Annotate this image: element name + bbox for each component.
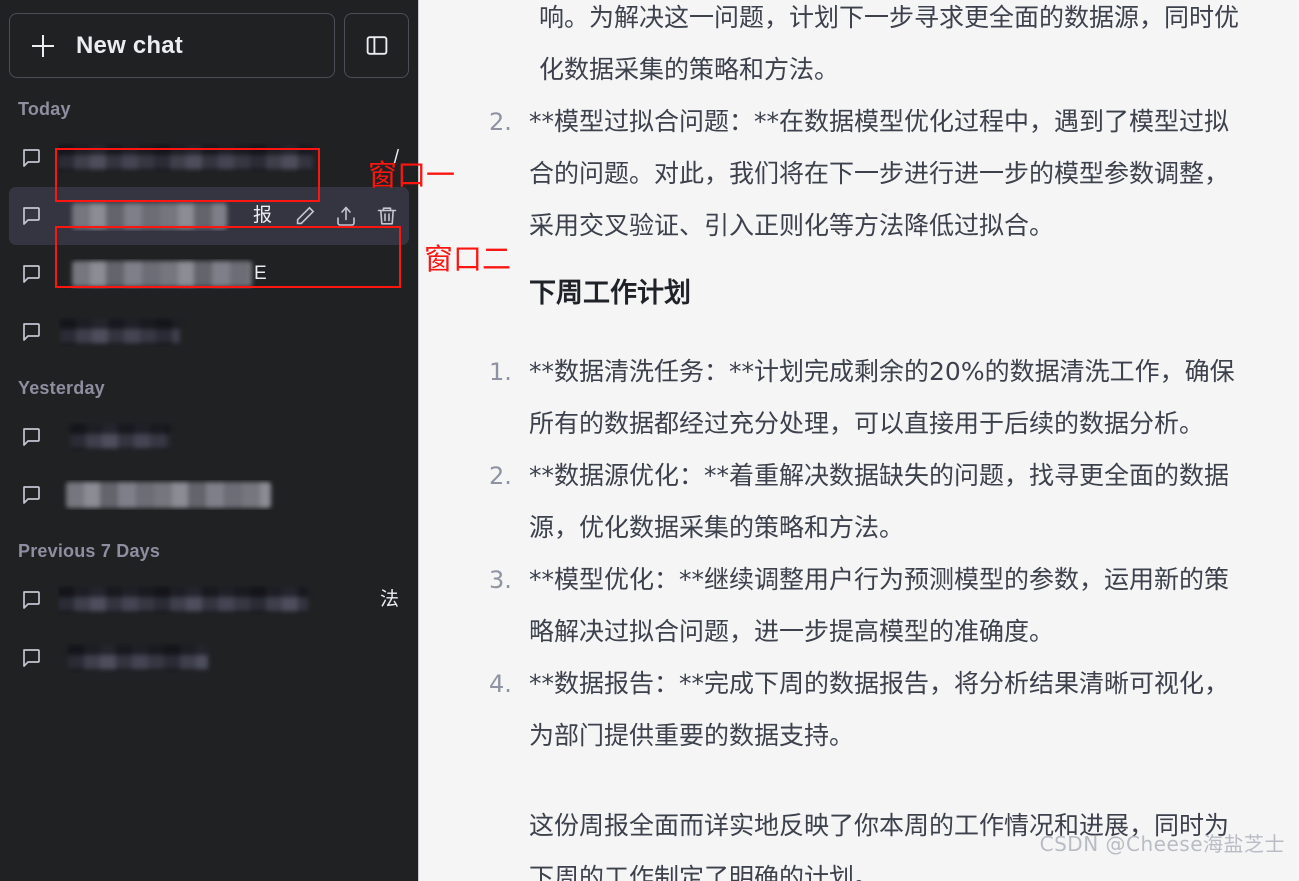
list-item-text: **数据清洗任务：**计划完成剩余的20%的数据清洗工作，确保所有的数据都经过充… <box>529 357 1235 438</box>
chat-title-tail: E <box>254 263 267 284</box>
continuation-paragraph: 响。为解决这一问题，计划下一步寻求更全面的数据源，同时优化数据采集的策略和方法。 <box>539 3 1240 84</box>
chat-row-actions <box>287 204 399 228</box>
chat-bubble-icon <box>23 428 40 446</box>
document-body: 响。为解决这一问题，计划下一步寻求更全面的数据源，同时优化数据采集的策略和方法。… <box>481 0 1253 881</box>
list-item-text: **数据报告：**完成下周的数据报告，将分析结果清晰可视化，为部门提供重要的数据… <box>529 669 1230 750</box>
panel-left-icon <box>366 36 387 55</box>
chat-bubble-icon <box>23 486 40 504</box>
redacted-title <box>58 145 313 171</box>
redacted-title <box>58 587 308 613</box>
list-marker: 1. <box>489 358 512 386</box>
chat-list-item-7[interactable]: 法 <box>9 571 409 629</box>
delete-chat-icon[interactable] <box>375 204 399 228</box>
redacted-title <box>72 261 252 287</box>
redacted-title <box>68 645 208 671</box>
group-header-today: Today <box>18 99 71 119</box>
list-item: 2. **模型过拟合问题：**在数据模型优化过程中，遇到了模型过拟合的问题。对此… <box>481 96 1253 252</box>
chat-title: 报 <box>58 201 272 231</box>
chat-title: / <box>58 143 399 173</box>
chat-bubble-icon <box>23 591 40 609</box>
new-chat-label: New chat <box>76 31 183 59</box>
list-marker: 2. <box>489 108 512 136</box>
chat-list-item-1[interactable]: / <box>9 129 409 187</box>
redacted-title <box>60 319 180 345</box>
plus-icon <box>32 34 54 57</box>
redacted-title <box>72 203 227 229</box>
chat-title <box>58 480 399 510</box>
list-marker: 4. <box>489 670 512 698</box>
list-item: 4. **数据报告：**完成下周的数据报告，将分析结果清晰可视化，为部门提供重要… <box>481 658 1253 762</box>
chat-sidebar: New chat Today / 报 E Yesterday Previous … <box>0 0 419 881</box>
list-item-text: **模型优化：**继续调整用户行为预测模型的参数，运用新的策略解决过拟合问题，进… <box>529 565 1230 646</box>
list-item: 2. **数据源优化：**着重解决数据缺失的问题，找寻更全面的数据源，优化数据采… <box>481 450 1253 554</box>
chat-title <box>58 317 399 347</box>
list-marker: 3. <box>489 566 512 594</box>
chat-list-item-6[interactable] <box>9 466 409 524</box>
list-item: 1. **数据清洗任务：**计划完成剩余的20%的数据清洗工作，确保所有的数据都… <box>481 346 1253 450</box>
chat-title-tail: 法 <box>379 589 399 610</box>
chat-title: 法 <box>58 585 399 615</box>
chat-title <box>58 422 399 452</box>
chat-title-tail: 报 <box>252 205 272 226</box>
chat-bubble-icon <box>23 323 40 341</box>
group-header-yesterday: Yesterday <box>18 378 105 398</box>
annotation-label-window-one: 窗口一 <box>368 158 456 192</box>
chat-bubble-icon <box>23 265 40 283</box>
chat-title: E <box>58 259 399 289</box>
next-week-plan-list: 1. **数据清洗任务：**计划完成剩余的20%的数据清洗工作，确保所有的数据都… <box>481 346 1253 762</box>
chat-list-item-4[interactable] <box>9 303 409 361</box>
chat-list-item-8[interactable] <box>9 629 409 687</box>
chat-title <box>58 643 399 673</box>
chat-bubble-icon <box>23 149 40 167</box>
watermark: CSDN @Cheese海盐芝士 <box>1039 832 1285 856</box>
group-header-previous-7-days: Previous 7 Days <box>18 541 161 561</box>
sidebar-header: New chat <box>0 0 418 82</box>
new-chat-button[interactable]: New chat <box>9 13 335 78</box>
annotation-label-window-two: 窗口二 <box>424 242 512 276</box>
section-title: 下周工作计划 <box>529 278 691 309</box>
sidebar-toggle-button[interactable] <box>344 13 409 78</box>
chat-history-scroll[interactable]: Today / 报 E Yesterday Previous 7 Days 法 <box>0 82 418 881</box>
list-marker: 2. <box>489 462 512 490</box>
redacted-title <box>66 482 271 508</box>
chat-list-item-3[interactable]: E <box>9 245 409 303</box>
issues-list: 2. **模型过拟合问题：**在数据模型优化过程中，遇到了模型过拟合的问题。对此… <box>481 96 1253 252</box>
redacted-title <box>70 424 170 450</box>
chat-list-item-2[interactable]: 报 <box>9 187 409 245</box>
share-chat-icon[interactable] <box>334 204 358 228</box>
chat-bubble-icon <box>23 207 40 225</box>
chat-bubble-icon <box>23 649 40 667</box>
list-item: 3. **模型优化：**继续调整用户行为预测模型的参数，运用新的策略解决过拟合问… <box>481 554 1253 658</box>
conversation-panel: 响。为解决这一问题，计划下一步寻求更全面的数据源，同时优化数据采集的策略和方法。… <box>419 0 1299 881</box>
chat-list-item-5[interactable] <box>9 408 409 466</box>
rename-chat-icon[interactable] <box>293 204 317 228</box>
app-root: New chat Today / 报 E Yesterday Previous … <box>0 0 1299 881</box>
list-item-text: **数据源优化：**着重解决数据缺失的问题，找寻更全面的数据源，优化数据采集的策… <box>529 461 1230 542</box>
list-item-text: **模型过拟合问题：**在数据模型优化过程中，遇到了模型过拟合的问题。对此，我们… <box>529 107 1230 240</box>
